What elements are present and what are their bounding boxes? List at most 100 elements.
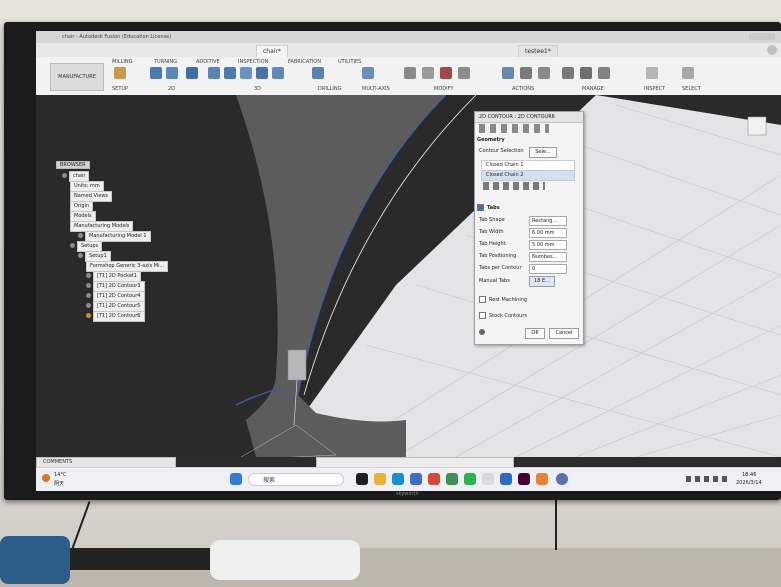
wechat-icon[interactable]: [464, 473, 476, 485]
tree-units[interactable]: Units: mm: [70, 181, 104, 192]
stock-contours-checkbox[interactable]: [479, 312, 486, 319]
select-contour-button[interactable]: Sele...: [529, 147, 557, 158]
group-actions[interactable]: ACTIONS: [512, 86, 534, 92]
rest-machining-row[interactable]: Rest Machining: [479, 296, 527, 305]
ribbon-tab-utilities[interactable]: UTILITIES: [338, 59, 361, 65]
section-geometry[interactable]: Geometry: [477, 136, 579, 145]
chain-toolbar-icons[interactable]: [483, 182, 545, 190]
info-icon[interactable]: [479, 329, 485, 335]
modify-move-icon[interactable]: [458, 67, 470, 79]
modify-delete-icon[interactable]: [440, 67, 452, 79]
tabs-checkbox[interactable]: [477, 204, 484, 211]
3d-scallop-icon[interactable]: [256, 67, 268, 79]
3d-parallel-icon[interactable]: [240, 67, 252, 79]
workspace-switcher[interactable]: MANUFACTURE: [50, 63, 104, 91]
start-icon[interactable]: [230, 473, 242, 485]
xd-icon[interactable]: [518, 473, 530, 485]
group-manage[interactable]: MANAGE: [582, 86, 604, 92]
tree-manufacturing-models[interactable]: Manufacturing Models: [70, 221, 134, 232]
actions-setup-sheet-icon[interactable]: [538, 67, 550, 79]
ribbon-tab-fabrication[interactable]: FABRICATION: [288, 59, 321, 65]
tree-op-2d-contour5[interactable]: [T1] 2D Contour5: [86, 301, 145, 312]
ribbon-tab-inspection[interactable]: INSPECTION: [238, 59, 268, 65]
group-drilling[interactable]: DRILLING: [318, 86, 341, 92]
actions-simulate-icon[interactable]: [502, 67, 514, 79]
manual-tabs-button[interactable]: 18 E...: [529, 276, 555, 287]
dialog-tab-icons[interactable]: [479, 124, 549, 133]
tab-width-input[interactable]: 6.00 mm: [529, 228, 567, 238]
3d-ramp-icon[interactable]: [272, 67, 284, 79]
select-arrow-icon[interactable]: [682, 67, 694, 79]
ribbon-tab-turning[interactable]: TURNING: [154, 59, 177, 65]
2d-contour-icon[interactable]: [166, 67, 178, 79]
group-setup[interactable]: SETUP: [112, 86, 128, 92]
tree-op-2d-contour6[interactable]: [T1] 2D Contour6: [86, 311, 145, 322]
group-3d[interactable]: 3D: [254, 86, 261, 92]
3d-pocket-icon[interactable]: [208, 67, 220, 79]
notes-icon[interactable]: [482, 473, 494, 485]
group-inspect[interactable]: INSPECT: [644, 86, 665, 92]
system-tray-icons[interactable]: [686, 476, 730, 482]
tree-setups[interactable]: Setups: [70, 241, 103, 252]
window-controls[interactable]: [749, 33, 775, 40]
3d-viewport[interactable]: BROWSER chair Units: mm Named Views Orig…: [36, 95, 781, 457]
closed-chain-2[interactable]: Closed Chain 2: [481, 170, 575, 181]
folder-icon[interactable]: [374, 473, 386, 485]
user-avatar[interactable]: [767, 45, 777, 55]
app-blue-icon[interactable]: [500, 473, 512, 485]
tree-models[interactable]: Models: [70, 211, 96, 222]
group-multi-axis[interactable]: MULTI-AXIS: [362, 86, 390, 92]
group-2d[interactable]: 2D: [168, 86, 175, 92]
modify-copy-icon[interactable]: [422, 67, 434, 79]
group-modify[interactable]: MODIFY: [434, 86, 454, 92]
ok-button[interactable]: OK: [525, 328, 545, 339]
tab-shape-select[interactable]: Rectang...: [529, 216, 567, 226]
model-canvas[interactable]: [36, 95, 781, 457]
store-icon[interactable]: [410, 473, 422, 485]
clock-date[interactable]: 2026/3/14: [736, 480, 762, 486]
chrome-icon[interactable]: [428, 473, 440, 485]
tabs-per-contour-stepper[interactable]: 0: [529, 264, 567, 274]
tree-op-2d-contour3[interactable]: [T1] 2D Contour3: [86, 281, 145, 292]
stock-contours-row[interactable]: Stock Contours: [479, 312, 527, 321]
tree-root-chair[interactable]: chair: [62, 171, 90, 182]
3d-adaptive-icon[interactable]: [186, 67, 198, 79]
browser-header[interactable]: BROWSER: [56, 161, 90, 170]
tree-setup1[interactable]: Setup1: [78, 251, 111, 262]
tree-origin[interactable]: Origin: [70, 201, 94, 212]
app-circle-icon[interactable]: [556, 473, 568, 485]
edge-icon[interactable]: [392, 473, 404, 485]
3d-contour-icon[interactable]: [224, 67, 236, 79]
modify-cut-icon[interactable]: [404, 67, 416, 79]
tree-machine[interactable]: Formshop Generic 3-axis Mi...: [86, 261, 169, 272]
actions-post-icon[interactable]: [520, 67, 532, 79]
photos-icon[interactable]: [446, 473, 458, 485]
taskbar-search[interactable]: 搜索: [248, 473, 344, 486]
clock-time[interactable]: 18:46: [742, 472, 756, 478]
tab-height-input[interactable]: 5.00 mm: [529, 240, 567, 250]
inspect-measure-icon[interactable]: [646, 67, 658, 79]
tree-op-2d-contour4[interactable]: [T1] 2D Contour4: [86, 291, 145, 302]
cancel-button[interactable]: Cancel: [549, 328, 579, 339]
tree-manufacturing-model-1[interactable]: Manufacturing Model 1: [78, 231, 151, 242]
manage-machine-icon[interactable]: [580, 67, 592, 79]
fusion-icon[interactable]: [536, 473, 548, 485]
tab-positioning-select[interactable]: Numbes...: [529, 252, 567, 262]
group-select[interactable]: SELECT: [682, 86, 701, 92]
ribbon-tab-additive[interactable]: ADDITIVE: [196, 59, 220, 65]
multi-axis-icon[interactable]: [362, 67, 374, 79]
ribbon-tab-milling[interactable]: MILLING: [112, 59, 132, 65]
drilling-icon[interactable]: [312, 67, 324, 79]
tree-op-2d-pocket1[interactable]: [T1] 2D Pocket1: [86, 271, 141, 282]
doc-tab-testee[interactable]: testee1*: [518, 45, 558, 57]
weather-temperature[interactable]: 14°C: [54, 472, 66, 478]
section-tabs[interactable]: Tabs: [477, 204, 579, 213]
rest-machining-checkbox[interactable]: [479, 296, 486, 303]
doc-tab-chair[interactable]: chair*: [256, 45, 288, 57]
file-explorer-icon[interactable]: [356, 473, 368, 485]
2d-pocket-icon[interactable]: [150, 67, 162, 79]
manage-template-icon[interactable]: [598, 67, 610, 79]
manage-tool-library-icon[interactable]: [562, 67, 574, 79]
setup-icon[interactable]: [114, 67, 126, 79]
tree-named-views[interactable]: Named Views: [70, 191, 112, 202]
